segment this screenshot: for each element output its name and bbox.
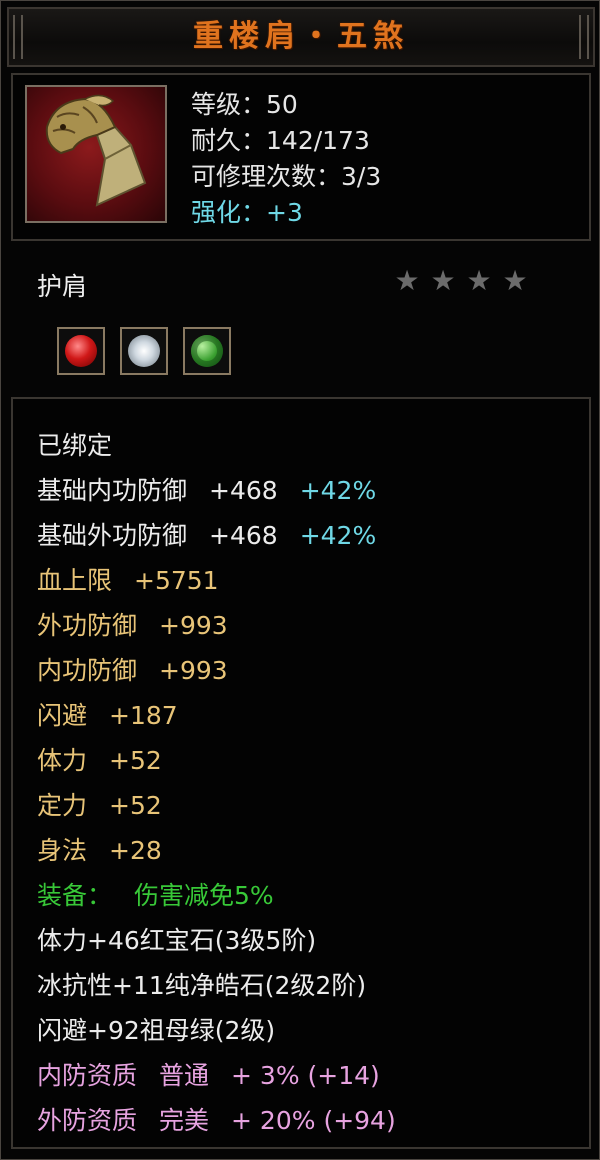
gem-line-emerald: 闪避+92祖母绿(2级) (37, 1016, 276, 1045)
shoulder-armor-icon (25, 85, 167, 223)
socket-1[interactable] (57, 327, 105, 375)
attr-label: 身法 (37, 836, 88, 865)
quality-grade: 完美 (159, 1106, 210, 1135)
attr-focus: 定力 +52 (37, 785, 396, 830)
gem-line-ruby: 体力+46红宝石(3级5阶) (37, 926, 317, 955)
bound-status: 已绑定 (37, 431, 113, 460)
attr-base-outer-def: 基础外功防御 +468 +42% (37, 515, 396, 560)
attr-value: +52 (109, 746, 162, 775)
equip-effect-value: 伤害减免5% (134, 881, 274, 910)
item-tooltip: 重楼肩・五煞 等级：50 耐久：142/173 可修理次数：3/3 强化：+3 … (0, 0, 600, 1160)
equip-effect-label: 装备： (37, 881, 113, 910)
attr-bonus: +42% (299, 521, 377, 550)
attr-label: 内功防御 (37, 656, 138, 685)
star-icon: ★ (502, 264, 528, 297)
item-type: 护肩 (37, 272, 88, 301)
level-label: 等级： (191, 90, 267, 119)
attr-value: +993 (159, 656, 228, 685)
durability-row: 耐久：142/173 (191, 123, 381, 159)
attr-value: +52 (109, 791, 162, 820)
repairs-value: 3/3 (341, 162, 382, 191)
item-header-panel: 等级：50 耐久：142/173 可修理次数：3/3 强化：+3 (11, 73, 591, 241)
attr-label: 基础内功防御 (37, 476, 188, 505)
star-rating: ★ ★ ★ ★ (393, 267, 537, 295)
quality-value: + 3% (+14) (231, 1061, 380, 1090)
equip-effect: 装备： 伤害减免5% (37, 875, 396, 920)
quality-label: 内防资质 (37, 1061, 138, 1090)
socket-3[interactable] (183, 327, 232, 375)
attr-bonus: +42% (299, 476, 377, 505)
title-bar: 重楼肩・五煞 (7, 7, 595, 67)
level-row: 等级：50 (191, 87, 381, 123)
attr-base-inner-def: 基础内功防御 +468 +42% (37, 470, 396, 515)
attr-value: +187 (109, 701, 178, 730)
attr-label: 定力 (37, 791, 88, 820)
outer-def-quality: 外防资质 完美 + 20% (+94) (37, 1100, 396, 1145)
attr-outer-def: 外功防御 +993 (37, 605, 396, 650)
attr-label: 血上限 (37, 566, 113, 595)
quality-label: 外防资质 (37, 1106, 138, 1135)
diamond-gem-icon (128, 335, 161, 367)
level-value: 50 (266, 90, 298, 119)
emerald-gem-icon (191, 335, 224, 367)
attr-value: +28 (109, 836, 162, 865)
attr-value: +993 (159, 611, 228, 640)
attribute-list: 已绑定 基础内功防御 +468 +42% 基础外功防御 +468 +42% 血上限 +57… (37, 425, 396, 1145)
inner-def-quality: 内防资质 普通 + 3% (+14) (37, 1055, 396, 1100)
attr-value: +468 (209, 476, 278, 505)
star-icon: ★ (430, 264, 456, 297)
attr-label: 体力 (37, 746, 88, 775)
attr-agility: 身法 +28 (37, 830, 396, 875)
attr-label: 外功防御 (37, 611, 138, 640)
repairs-label: 可修理次数： (191, 162, 342, 191)
attr-label: 基础外功防御 (37, 521, 188, 550)
item-title: 重楼肩・五煞 (193, 19, 409, 54)
enhance-label: 强化： (191, 198, 267, 227)
durability-label: 耐久： (191, 126, 267, 155)
attr-stamina: 体力 +52 (37, 740, 396, 785)
star-icon: ★ (466, 264, 492, 297)
attribute-panel: 已绑定 基础内功防御 +468 +42% 基础外功防御 +468 +42% 血上限 +57… (11, 397, 591, 1149)
attr-value: +468 (209, 521, 278, 550)
attr-dodge: 闪避 +187 (37, 695, 396, 740)
ruby-gem-icon (65, 335, 97, 367)
quality-value: + 20% (+94) (231, 1106, 396, 1135)
gem-sockets (57, 327, 241, 375)
item-stats: 等级：50 耐久：142/173 可修理次数：3/3 强化：+3 (191, 87, 381, 231)
attr-hp-max: 血上限 +5751 (37, 560, 396, 605)
repairs-row: 可修理次数：3/3 (191, 159, 381, 195)
gem-line-diamond: 冰抗性+11纯净皓石(2级2阶) (37, 971, 367, 1000)
socket-2[interactable] (120, 327, 169, 375)
attr-value: +5751 (134, 566, 219, 595)
attr-inner-def: 内功防御 +993 (37, 650, 396, 695)
enhance-row: 强化：+3 (191, 195, 381, 231)
durability-value: 142/173 (266, 126, 370, 155)
quality-grade: 普通 (159, 1061, 210, 1090)
attr-label: 闪避 (37, 701, 88, 730)
enhance-value: +3 (266, 198, 303, 227)
star-icon: ★ (394, 264, 420, 297)
